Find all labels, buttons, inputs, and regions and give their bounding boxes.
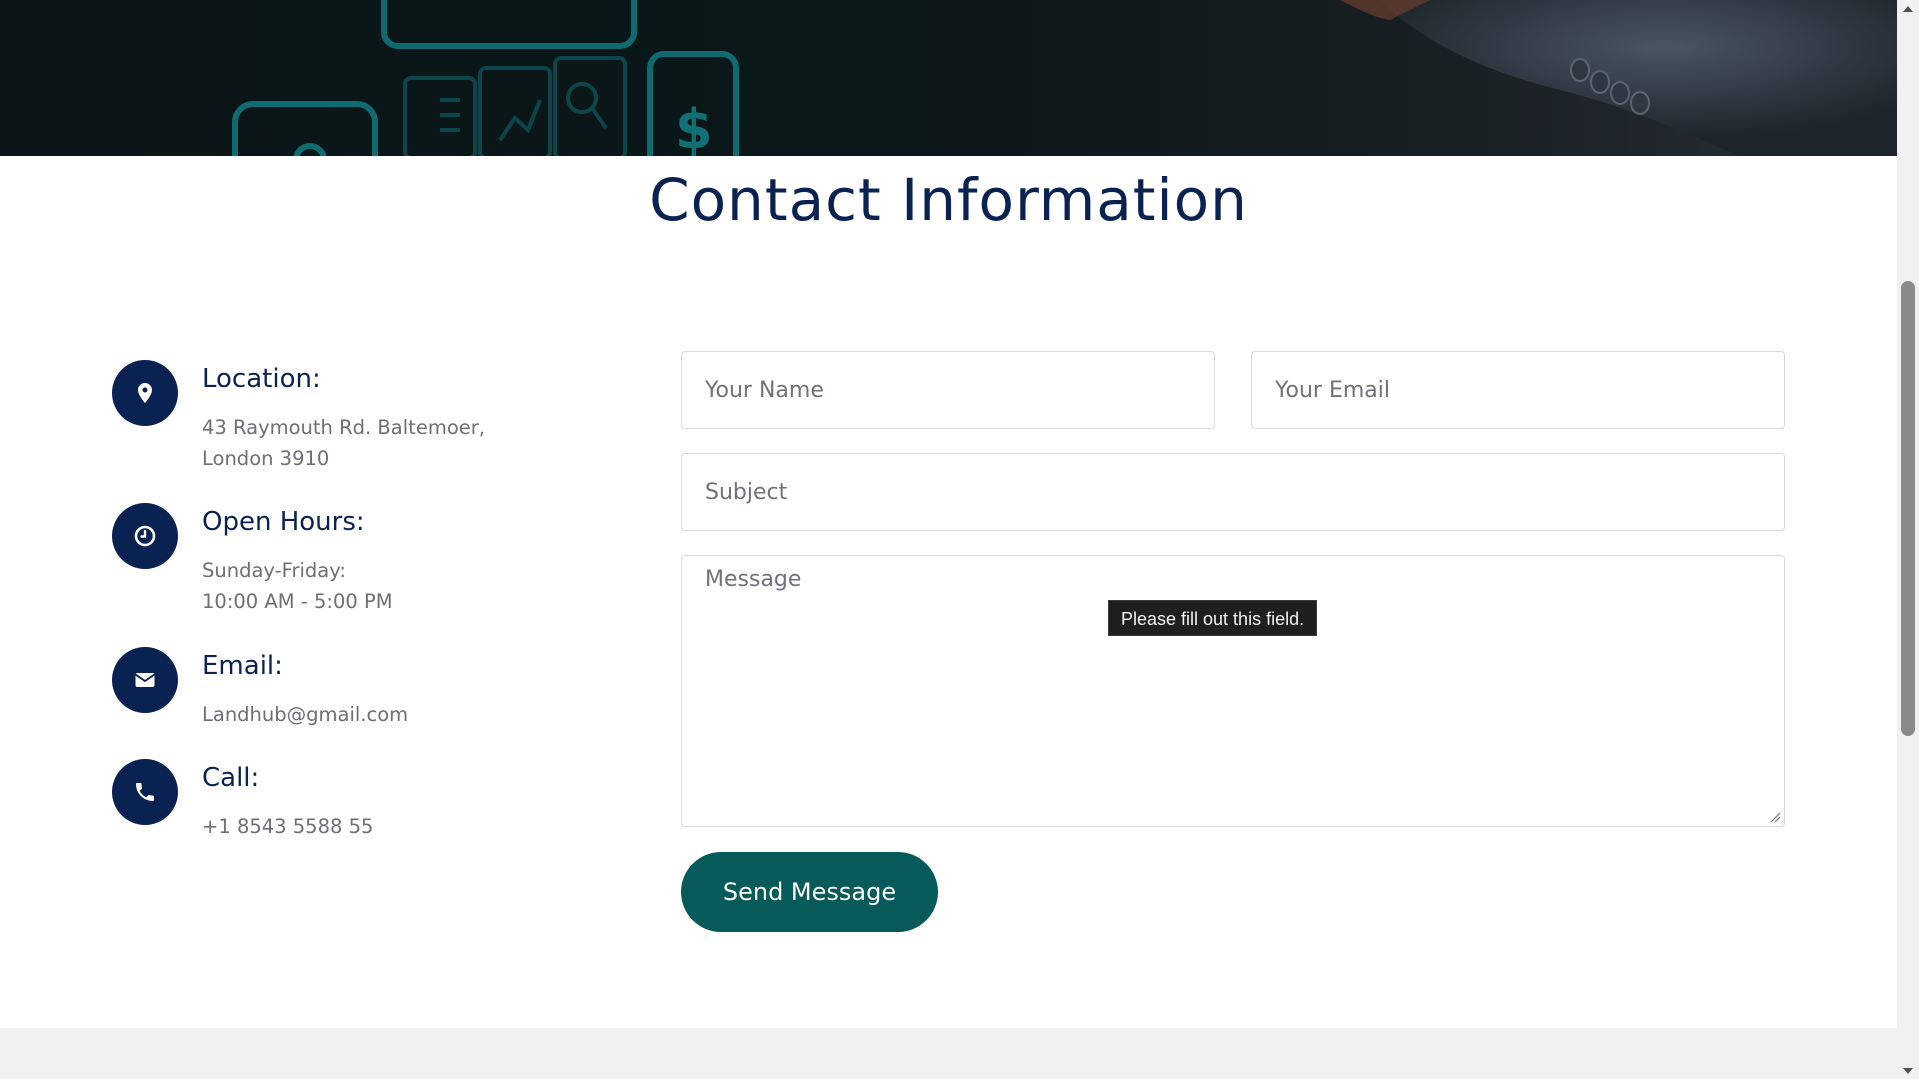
resize-handle-icon[interactable] [1769, 811, 1781, 823]
vertical-scrollbar[interactable] [1897, 0, 1919, 1079]
scrollbar-thumb[interactable] [1901, 281, 1915, 736]
email-input[interactable] [1251, 351, 1785, 429]
hero-illustration: $ [232, 0, 1897, 156]
footer-band [0, 1028, 1897, 1079]
location-address-line-1: 43 Raymouth Rd. Baltemoer, [202, 416, 485, 439]
location-address-line-2: London 3910 [202, 447, 330, 470]
map-pin-icon [138, 383, 152, 403]
validation-tooltip: Please fill out this field. [1108, 600, 1318, 636]
message-textarea[interactable] [681, 555, 1785, 827]
location-heading: Location: [202, 364, 321, 394]
envelope-icon [134, 673, 156, 687]
location-address: 43 Raymouth Rd. Baltemoer, London 3910 [202, 412, 485, 474]
svg-text:$: $ [675, 98, 713, 156]
contact-item-email: Email: Landhub@gmail.com [112, 647, 612, 737]
hours-days: Sunday-Friday: [202, 559, 346, 582]
clock-icon [134, 525, 156, 547]
hours-times: 10:00 AM - 5:00 PM [202, 590, 393, 613]
email-address: Landhub@gmail.com [202, 703, 409, 726]
contact-item-location: Location: 43 Raymouth Rd. Baltemoer, Lon… [112, 360, 612, 480]
scroll-down-arrow-icon[interactable] [1897, 1062, 1919, 1079]
page-viewport: $ Contact Information Location: 43 Raymo… [0, 0, 1897, 1079]
phone-number: +1 8543 5588 55 [202, 815, 374, 838]
scroll-up-arrow-icon[interactable] [1897, 0, 1919, 17]
location-icon-circle [112, 360, 178, 426]
call-heading: Call: [202, 763, 260, 793]
phone-icon [136, 783, 154, 801]
email-heading: Email: [202, 651, 283, 681]
contact-item-call: Call: +1 8543 5588 55 [112, 759, 612, 849]
contact-item-hours: Open Hours: Sunday-Friday: 10:00 AM - 5:… [112, 503, 612, 623]
hero-banner-image: $ [0, 0, 1897, 156]
page: $ Contact Information Location: 43 Raymo… [0, 0, 1919, 1079]
hours-heading: Open Hours: [202, 507, 365, 537]
send-message-button[interactable]: Send Message [681, 852, 938, 932]
subject-input[interactable] [681, 453, 1785, 531]
hours-icon-circle [112, 503, 178, 569]
call-icon-circle [112, 759, 178, 825]
email-icon-circle [112, 647, 178, 713]
hours-text: Sunday-Friday: 10:00 AM - 5:00 PM [202, 555, 393, 617]
name-input[interactable] [681, 351, 1215, 429]
page-title: Contact Information [649, 166, 1248, 234]
